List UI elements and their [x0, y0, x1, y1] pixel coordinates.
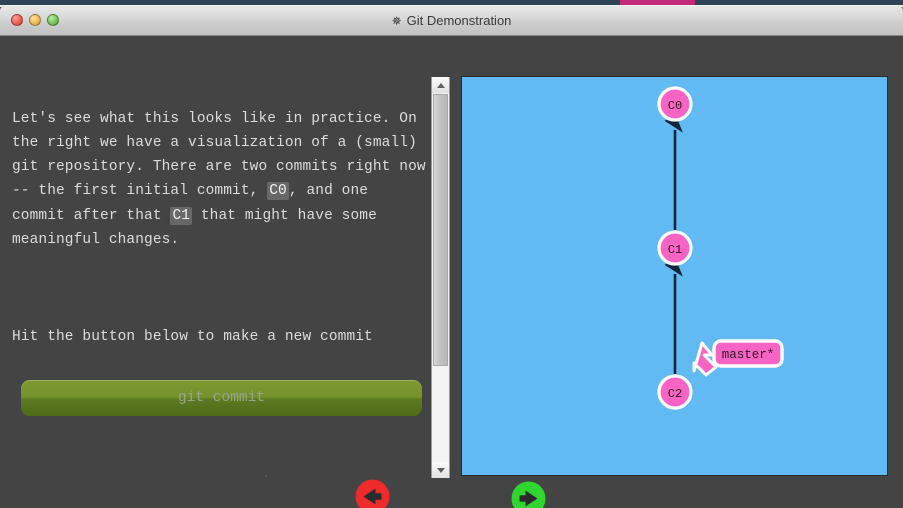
gear-icon: ✵: [391, 13, 402, 28]
lesson-paragraph-2: Hit the button below to make a new commi…: [12, 328, 373, 345]
inline-code-c0: C0: [267, 182, 289, 201]
back-arrow-tail: [372, 493, 382, 500]
lesson-scrollbar[interactable]: [431, 77, 450, 478]
lesson-paragraph-1: Let's see what this looks like in practi…: [12, 107, 427, 253]
commit-node-c2[interactable]: C2: [657, 374, 693, 410]
git-commit-button[interactable]: git commit: [21, 380, 422, 416]
window-content: Let's see what this looks like in practi…: [0, 36, 903, 508]
triangle-up-icon: [436, 82, 445, 88]
commit-node-c1[interactable]: C1: [657, 230, 693, 266]
commit-label: C0: [668, 99, 682, 113]
back-button[interactable]: [355, 479, 390, 508]
branch-label-text: master*: [722, 348, 775, 362]
window-title: Git Demonstration: [406, 13, 512, 28]
scroll-up-button[interactable]: [432, 77, 449, 93]
branch-label-master[interactable]: master*: [712, 339, 784, 368]
lesson-trailing-dot: .: [262, 466, 271, 482]
commit-label: C2: [668, 387, 682, 401]
forward-arrow-tail: [519, 495, 529, 502]
scroll-down-button[interactable]: [432, 462, 449, 478]
title-bar: ✵ Git Demonstration: [0, 5, 903, 36]
commit-label: C1: [668, 243, 682, 257]
triangle-down-icon: [436, 467, 445, 473]
commit-node-c0[interactable]: C0: [657, 86, 693, 122]
app-window: ✵ Git Demonstration Let's see what this …: [0, 5, 903, 508]
window-title-group: ✵ Git Demonstration: [0, 6, 903, 35]
git-visualization-panel[interactable]: master* C0 C1 C2: [461, 76, 888, 476]
forward-button[interactable]: [511, 481, 546, 508]
scrollbar-thumb[interactable]: [433, 94, 448, 366]
inline-code-c1: C1: [170, 206, 193, 225]
lesson-pane: Let's see what this looks like in practi…: [0, 36, 430, 436]
lesson-text: Let's see what this looks like in practi…: [12, 58, 427, 422]
